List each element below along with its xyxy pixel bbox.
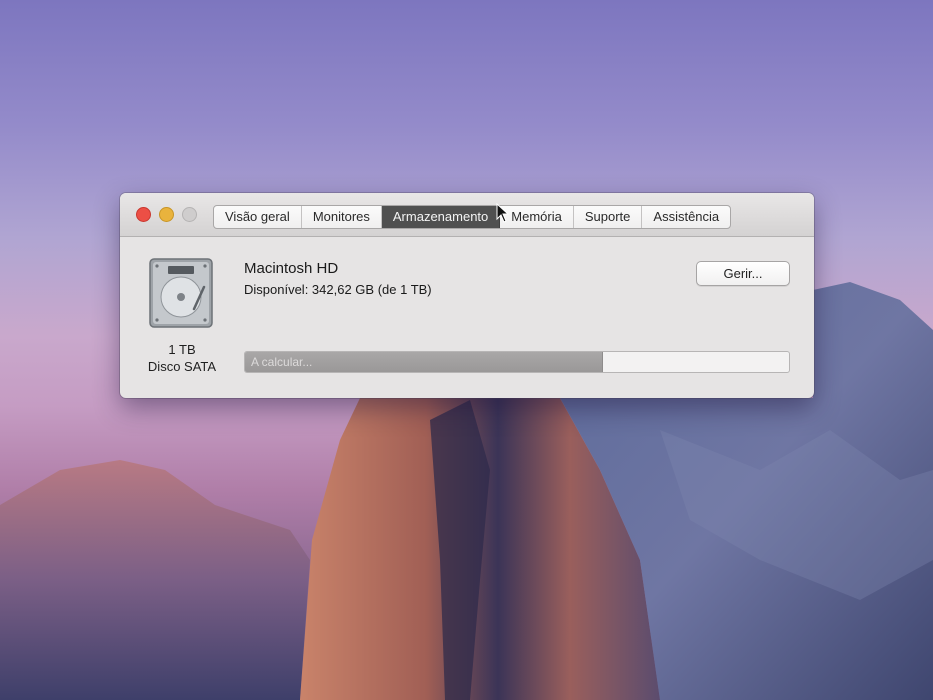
manage-button[interactable]: Gerir... bbox=[696, 261, 790, 286]
zoom-window-button[interactable] bbox=[182, 207, 197, 222]
minimize-window-button[interactable] bbox=[159, 207, 174, 222]
storage-bar-label: A calcular... bbox=[251, 355, 313, 369]
tab-overview[interactable]: Visão geral bbox=[214, 206, 302, 228]
drive-capacity: 1 TB bbox=[168, 342, 196, 357]
hard-drive-icon bbox=[149, 258, 213, 328]
tab-service[interactable]: Assistência bbox=[642, 206, 730, 228]
tab-support[interactable]: Suporte bbox=[574, 206, 643, 228]
disk-available-space: Disponível: 342,62 GB (de 1 TB) bbox=[244, 282, 432, 297]
tab-displays[interactable]: Monitores bbox=[302, 206, 382, 228]
disk-name: Macintosh HD bbox=[244, 260, 339, 277]
close-window-button[interactable] bbox=[136, 207, 151, 222]
about-this-mac-window: Visão geral Monitores Armazenamento Memó… bbox=[120, 193, 814, 398]
title-bar: Visão geral Monitores Armazenamento Memó… bbox=[120, 193, 814, 237]
tab-memory[interactable]: Memória bbox=[500, 206, 574, 228]
storage-usage-bar: A calcular... bbox=[244, 351, 790, 373]
tab-bar: Visão geral Monitores Armazenamento Memó… bbox=[213, 205, 732, 229]
mouse-pointer-icon bbox=[496, 203, 510, 223]
tab-storage[interactable]: Armazenamento bbox=[381, 206, 501, 228]
drive-type: Disco SATA bbox=[147, 359, 217, 374]
storage-panel: 1 TB Disco SATA Macintosh HD Disponível:… bbox=[120, 237, 814, 398]
